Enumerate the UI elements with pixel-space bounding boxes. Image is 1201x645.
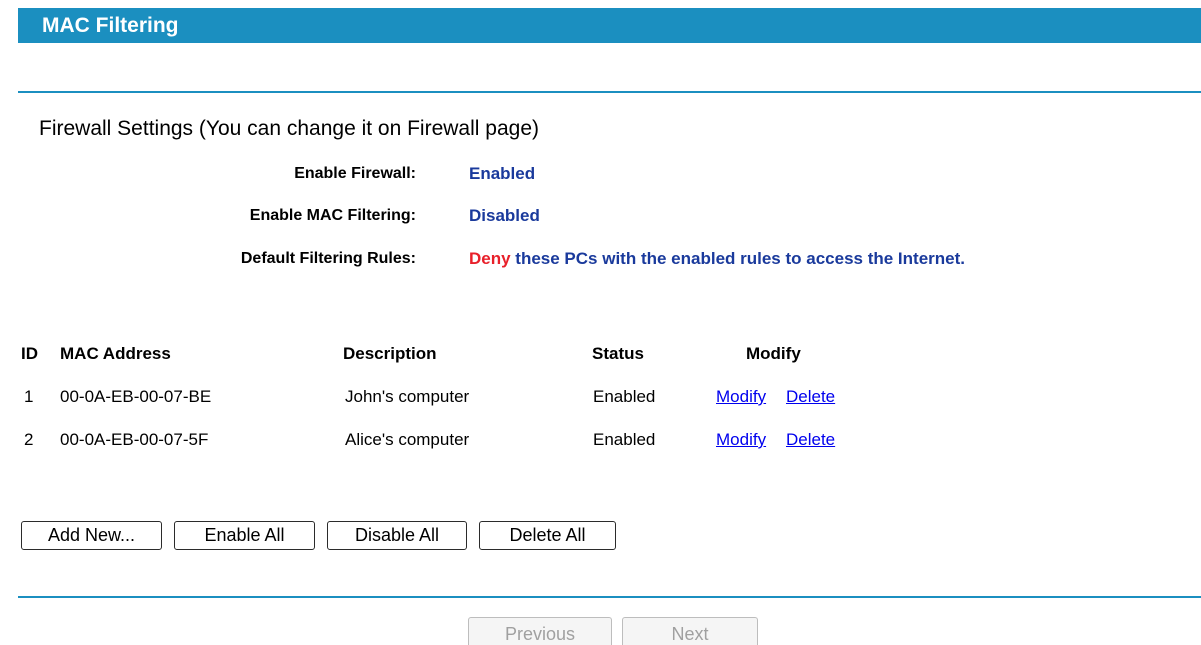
default-rules-text: these PCs with the enabled rules to acce…	[510, 249, 965, 268]
row-description: Alice's computer	[345, 430, 470, 449]
enable-firewall-value: Enabled	[469, 164, 536, 183]
page-title-bar: MAC Filtering	[18, 8, 1201, 43]
enable-mac-filtering-label: Enable MAC Filtering:	[249, 207, 416, 224]
next-button[interactable]: Next	[622, 617, 758, 645]
enable-all-button[interactable]: Enable All	[174, 521, 315, 550]
default-filtering-rules-value: Deny these PCs with the enabled rules to…	[469, 249, 965, 269]
page-title: MAC Filtering	[42, 14, 179, 37]
column-header-mac-address: MAC Address	[60, 344, 171, 363]
enable-mac-filtering-value: Disabled	[469, 206, 540, 225]
deny-keyword: Deny	[469, 249, 511, 268]
column-header-modify: Modify	[746, 344, 801, 363]
bottom-divider	[18, 596, 1201, 598]
row-id: 1	[24, 387, 34, 406]
column-header-id: ID	[21, 344, 38, 363]
modify-link[interactable]: Modify	[716, 430, 766, 450]
default-filtering-rules-label: Default Filtering Rules:	[240, 250, 416, 267]
row-mac-address: 00-0A-EB-00-07-BE	[60, 387, 212, 406]
enable-firewall-label: Enable Firewall:	[294, 165, 416, 182]
delete-link[interactable]: Delete	[786, 430, 835, 450]
delete-all-button[interactable]: Delete All	[479, 521, 616, 550]
row-status: Enabled	[593, 430, 656, 449]
column-header-status: Status	[592, 344, 644, 363]
delete-link[interactable]: Delete	[786, 387, 835, 407]
row-mac-address: 00-0A-EB-00-07-5F	[60, 430, 209, 449]
row-status: Enabled	[593, 387, 656, 406]
add-new-button[interactable]: Add New...	[21, 521, 162, 550]
previous-button[interactable]: Previous	[468, 617, 612, 645]
disable-all-button[interactable]: Disable All	[327, 521, 467, 550]
modify-link[interactable]: Modify	[716, 387, 766, 407]
top-divider	[18, 91, 1201, 93]
column-header-description: Description	[343, 344, 437, 363]
row-description: John's computer	[345, 387, 470, 406]
row-id: 2	[24, 430, 34, 449]
firewall-section-title: Firewall Settings (You can change it on …	[39, 117, 539, 140]
